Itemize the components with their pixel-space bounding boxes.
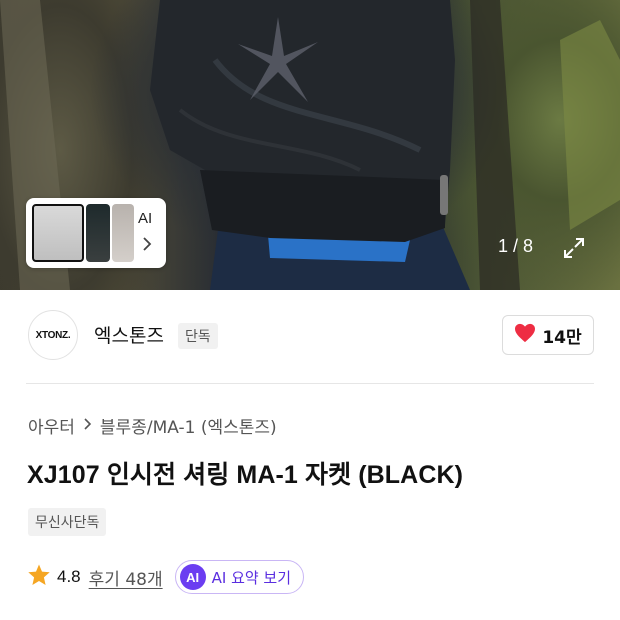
chevron-right-icon <box>83 416 92 435</box>
brand-logo[interactable]: XTONZ. <box>28 310 78 360</box>
like-count: 14만 <box>542 327 582 348</box>
ai-summary-button[interactable]: AI AI 요약 보기 <box>174 560 305 594</box>
related-thumbnail-card[interactable]: AI <box>26 198 166 268</box>
thumbnail-image[interactable] <box>112 204 134 262</box>
rating-row: 4.8 후기 48개 AI AI 요약 보기 <box>27 560 305 594</box>
expand-icon[interactable] <box>562 236 586 260</box>
thumbnail-ai-label: AI <box>138 210 153 227</box>
star-icon <box>27 563 51 591</box>
ai-icon: AI <box>179 564 206 590</box>
thumbnail-image[interactable] <box>32 204 84 262</box>
breadcrumb-category[interactable]: 아우터 <box>28 413 75 438</box>
divider <box>26 383 594 384</box>
ai-summary-label: AI 요약 보기 <box>211 568 292 587</box>
heart-icon <box>514 323 536 347</box>
breadcrumb: 아우터 블루종/MA-1 (엑스톤즈) <box>28 413 277 438</box>
thumbnail-image[interactable] <box>86 204 110 262</box>
product-image-gallery[interactable]: AI 1 / 8 <box>0 0 620 290</box>
rating-score: 4.8 <box>57 567 81 586</box>
exclusive-tag: 무신사단독 <box>28 508 107 536</box>
gallery-pager: 1 / 8 <box>498 236 534 256</box>
brand-name[interactable]: 엑스톤즈 <box>94 321 164 348</box>
exclusive-badge: 단독 <box>178 323 218 349</box>
breadcrumb-subcategory[interactable]: 블루종/MA-1 (엑스톤즈) <box>100 413 277 438</box>
chevron-right-icon <box>142 236 152 255</box>
like-button[interactable]: 14만 <box>502 315 594 355</box>
product-title: XJ107 인시전 셔링 MA-1 자켓 (BLACK) <box>27 461 464 489</box>
review-count-link[interactable]: 후기 48개 <box>89 565 163 590</box>
